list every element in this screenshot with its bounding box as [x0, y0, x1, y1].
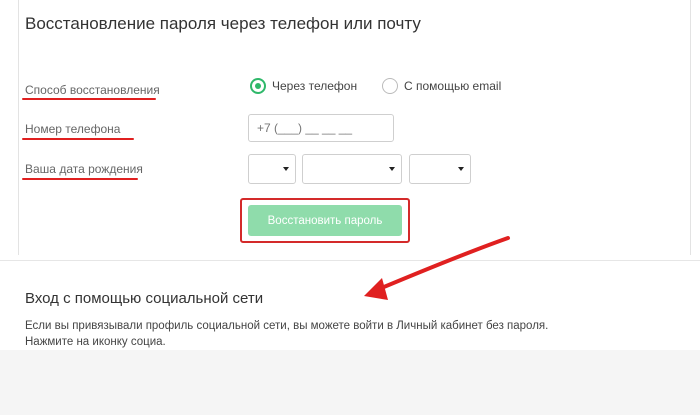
- recovery-card: Восстановление пароля через телефон или …: [0, 0, 700, 350]
- radio-phone[interactable]: Через телефон: [250, 78, 357, 94]
- card-border-left: [18, 0, 19, 255]
- social-login-text-line1: Если вы привязывали профиль социальной с…: [25, 320, 549, 332]
- restore-password-button[interactable]: Восстановить пароль: [248, 205, 402, 236]
- radio-unchecked-icon: [382, 78, 398, 94]
- radio-phone-label: Через телефон: [272, 79, 358, 93]
- chevron-down-icon: [458, 167, 464, 171]
- annotation-underline-phone: [22, 138, 134, 140]
- social-login-text-line2: Нажмите на иконку социа.: [25, 336, 166, 348]
- card-border-right: [690, 0, 691, 255]
- recovery-title: Восстановление пароля через телефон или …: [25, 14, 421, 33]
- day-select[interactable]: [248, 154, 296, 184]
- year-select[interactable]: [409, 154, 471, 184]
- chevron-down-icon: [283, 167, 289, 171]
- section-divider: [0, 260, 700, 261]
- phone-label: Номер телефона: [25, 122, 121, 136]
- radio-email[interactable]: С помощью email: [382, 78, 501, 94]
- radio-checked-icon: [250, 78, 266, 94]
- social-login-title: Вход с помощью социальной сети: [25, 290, 264, 307]
- birthdate-label: Ваша дата рождения: [25, 162, 143, 176]
- month-select[interactable]: [302, 154, 402, 184]
- chevron-down-icon: [389, 167, 395, 171]
- annotation-underline-method: [22, 98, 156, 100]
- phone-input[interactable]: [248, 114, 394, 142]
- annotation-underline-birthdate: [22, 178, 138, 180]
- method-label: Способ восстановления: [25, 83, 160, 97]
- radio-email-label: С помощью email: [404, 79, 502, 93]
